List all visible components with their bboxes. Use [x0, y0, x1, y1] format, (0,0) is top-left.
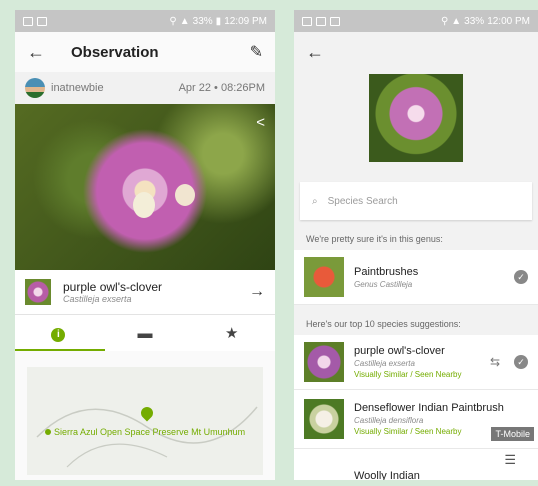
- suggestion-row[interactable]: purple owl's-clover Castilleja exserta V…: [294, 335, 538, 390]
- suggestion-note: Visually Similar / Seen Nearby: [354, 370, 462, 379]
- observation-map[interactable]: Sierra Azul Open Space Preserve Mt Umunh…: [27, 367, 263, 475]
- observation-photo[interactable]: <: [15, 104, 275, 270]
- battery-level: 33%: [464, 15, 485, 27]
- username[interactable]: inatnewbie: [51, 82, 179, 94]
- flower-bud: [133, 192, 155, 218]
- tab-comments[interactable]: ▬: [102, 325, 189, 342]
- avatar[interactable]: [25, 78, 45, 98]
- arrow-left-icon[interactable]: ←: [27, 42, 45, 63]
- clock: 12:09 PM: [224, 15, 267, 27]
- battery-level: 33%: [192, 15, 213, 27]
- genus-common-name: Paintbrushes: [354, 265, 419, 278]
- tab-favorites[interactable]: ★: [188, 324, 275, 342]
- observation-date: Apr 22 • 08:26PM: [178, 82, 265, 94]
- genus-row[interactable]: Paintbrushes Genus Castilleja ✓: [294, 250, 538, 305]
- battery-icon: ▮: [215, 15, 222, 27]
- suggestion-scientific-name: Castilleja densiflora: [354, 416, 424, 425]
- search-icon: ⌕: [312, 195, 318, 207]
- page-title: Observation: [71, 43, 159, 61]
- star-icon: ★: [224, 325, 239, 342]
- arrow-left-icon[interactable]: ←: [306, 42, 324, 63]
- suggestion-row[interactable]: Woolly Indian: [294, 449, 538, 480]
- info-icon: i: [51, 328, 66, 342]
- map-place-label: Sierra Azul Open Space Preserve Mt Umunh…: [45, 427, 245, 437]
- location-icon: ⚲: [440, 15, 449, 27]
- genus-thumbnail: [304, 257, 344, 297]
- suggestion-common-name: purple owl's-clover: [354, 345, 445, 357]
- flower-image: [75, 114, 215, 254]
- tab-info[interactable]: i: [15, 324, 102, 342]
- compare-icon[interactable]: ⇆: [490, 355, 500, 369]
- suggestion-thumbnail: [304, 399, 344, 439]
- tab-indicator: [15, 349, 105, 351]
- top-suggestions-header: Here's our top 10 species suggestions:: [306, 319, 461, 329]
- check-icon[interactable]: ✓: [514, 270, 528, 284]
- status-bar: ⚲ ▲ 33% 12:00 PM: [294, 10, 538, 32]
- notification-icon: [330, 16, 340, 26]
- carrier-tag: T-Mobile: [491, 427, 534, 441]
- comment-icon: ▬: [137, 324, 153, 342]
- app-bar: ←: [294, 32, 538, 72]
- status-bar: ⚲ ▲ 33% ▮ 12:09 PM: [15, 10, 275, 32]
- species-thumbnail: [25, 279, 51, 305]
- pencil-icon[interactable]: ✎: [250, 42, 263, 62]
- place-dot-icon: [45, 429, 51, 435]
- suggestions-screen: ⚲ ▲ 33% 12:00 PM ← ⌕ Species Search We'r…: [294, 10, 538, 480]
- share-icon[interactable]: <: [256, 114, 265, 131]
- search-placeholder: Species Search: [327, 195, 398, 207]
- check-icon[interactable]: ✓: [514, 355, 528, 369]
- signal-icon: ▲: [179, 15, 190, 27]
- flower-bud: [175, 184, 195, 206]
- signal-icon: ▲: [451, 15, 462, 27]
- species-search-input[interactable]: ⌕ Species Search: [300, 182, 532, 220]
- menu-icon[interactable]: ☰: [504, 452, 516, 468]
- observation-thumbnail: [369, 74, 463, 162]
- suggestion-scientific-name: Castilleja exserta: [354, 359, 415, 368]
- notification-icon: [316, 16, 326, 26]
- observer-row[interactable]: inatnewbie Apr 22 • 08:26PM: [15, 72, 275, 104]
- map-roads: [36, 406, 258, 468]
- genus-scientific-name: Genus Castilleja: [354, 279, 413, 289]
- species-scientific-name: Castilleja exserta: [63, 294, 132, 304]
- map-place-text: Sierra Azul Open Space Preserve Mt Umunh…: [54, 427, 246, 437]
- notification-icon: [302, 16, 312, 26]
- app-bar: ← Observation ✎: [15, 32, 275, 72]
- image-icon: [23, 16, 33, 26]
- observation-screen: ⚲ ▲ 33% ▮ 12:09 PM ← Observation ✎ inatn…: [15, 10, 275, 480]
- suggestion-thumbnail: [304, 456, 344, 480]
- arrow-right-icon[interactable]: →: [249, 283, 265, 301]
- clock: 12:00 PM: [487, 15, 530, 27]
- genus-header: We're pretty sure it's in this genus:: [306, 234, 443, 244]
- tab-bar: i ▬ ★: [15, 315, 275, 351]
- suggestion-thumbnail: [304, 342, 344, 382]
- location-icon: ⚲: [169, 15, 177, 27]
- image-icon: [37, 16, 47, 26]
- species-common-name: purple owl's-clover: [63, 280, 162, 294]
- suggestion-common-name: Denseflower Indian Paintbrush: [354, 402, 504, 414]
- suggestion-common-name: Woolly Indian: [354, 470, 420, 480]
- species-row[interactable]: purple owl's-clover Castilleja exserta →: [15, 270, 275, 315]
